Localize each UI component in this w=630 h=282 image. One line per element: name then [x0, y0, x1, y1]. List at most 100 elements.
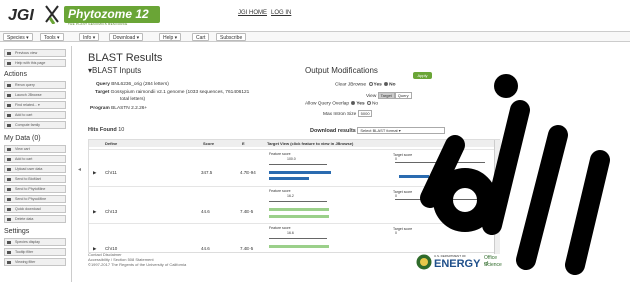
collapse-sidebar-icon[interactable]: ◂	[78, 166, 81, 173]
top-header: JGI Phytozome 12 THE PLANT GENOMICS RESO…	[0, 0, 630, 28]
intron-input[interactable]: 5000	[357, 110, 372, 117]
overlap-no-label: No	[371, 101, 379, 107]
footer: Contact Disclaimer Accessibility / Secti…	[88, 252, 186, 267]
expand-icon[interactable]: ▶	[93, 209, 96, 215]
settings-heading: Settings	[4, 228, 30, 235]
view-target-toggle[interactable]: Target	[377, 92, 395, 99]
hit-feature[interactable]	[269, 177, 309, 180]
feature-score-label: Feature score	[269, 189, 291, 193]
cart-icon	[7, 148, 11, 151]
send-to-biomart-button[interactable]: Send to BioMart	[4, 175, 66, 183]
grid-icon	[7, 124, 11, 127]
help-page-button[interactable]: Help with this page	[4, 59, 66, 67]
download-results-label: Download results	[310, 128, 356, 134]
overlap-row: Allow Query Overlap Yes No	[305, 101, 378, 106]
intron-label: Max Intron Size	[323, 112, 357, 117]
overlap-no-radio[interactable]	[366, 101, 371, 105]
overlap-yes-radio[interactable]	[351, 101, 356, 105]
target-score-value: 0	[395, 194, 397, 198]
clear-jbrowse-label: Clear JBrowse	[335, 82, 367, 88]
clear-yes-radio[interactable]	[368, 82, 373, 86]
score-line	[269, 164, 327, 165]
mydata-add-to-cart-label: Add to cart	[15, 157, 33, 161]
blast-inputs-title-text: BLAST Inputs	[92, 66, 142, 75]
find-related-button[interactable]: Find related... ▾	[4, 101, 66, 109]
target-value: Gossypium raimondii v2.1 genome (1033 se…	[110, 90, 250, 95]
menu-download[interactable]: Download ▾	[109, 33, 144, 41]
compute-family-label: Compute family	[15, 123, 40, 127]
back-arrow-icon	[7, 52, 11, 55]
send-to-phycomine-label: Send to PhycoMine	[15, 197, 47, 201]
score-cell: 44.6	[201, 246, 210, 251]
hit-feature[interactable]	[269, 171, 331, 174]
sidebar: Previous view Help with this page Action…	[4, 46, 67, 282]
upload-user-data-button[interactable]: Upload user data	[4, 165, 66, 173]
send-to-phytomine-button[interactable]: Send to PhytoMine	[4, 185, 66, 193]
trash-icon	[7, 218, 11, 221]
hit-feature[interactable]	[269, 215, 329, 218]
link-icon	[7, 104, 11, 107]
tooltip-filter-label: Tooltip filter	[15, 250, 34, 254]
col-score[interactable]: Score	[203, 140, 214, 147]
menu-cart[interactable]: Cart	[192, 33, 210, 41]
col-e[interactable]: E	[242, 140, 245, 147]
overlap-label: Allow Query Overlap	[305, 101, 349, 107]
e-cell: 7.4E-5	[240, 246, 254, 251]
previous-view-button[interactable]: Previous view	[4, 49, 66, 57]
blast-inputs-title[interactable]: ▾BLAST Inputs	[88, 66, 288, 75]
tooltip-filter-button[interactable]: Tooltip filter	[4, 248, 66, 256]
viewing-filter-button[interactable]: Viewing filter	[4, 258, 66, 266]
phytozome-logo[interactable]: Phytozome 12	[64, 6, 160, 23]
score-line	[269, 201, 327, 202]
mydata-add-to-cart-button[interactable]: Add to cart	[4, 155, 66, 163]
jgi-logo[interactable]: JGI	[8, 7, 34, 25]
send-icon	[7, 188, 11, 191]
login-link[interactable]: LOG IN	[271, 10, 291, 16]
expand-icon[interactable]: ▶	[93, 170, 96, 176]
actions-add-to-cart-button[interactable]: Add to cart	[4, 111, 66, 119]
phytozome-subtitle: THE PLANT GENOMICS RESOURCE	[68, 22, 128, 26]
feature-score-value: 16.2	[287, 194, 294, 198]
menu-help[interactable]: Help ▾	[159, 33, 182, 41]
target-score-value: 0	[395, 231, 397, 235]
send-icon	[7, 178, 11, 181]
send-to-phycomine-button[interactable]: Send to PhycoMine	[4, 195, 66, 203]
filter-icon	[7, 251, 11, 254]
hit-feature[interactable]	[269, 245, 329, 248]
page-title: BLAST Results	[88, 52, 163, 64]
e-cell: 4.7E-94	[240, 170, 256, 175]
hits-found-count: 10	[118, 127, 125, 133]
download-icon	[7, 208, 11, 211]
query-value: BNL6236_orig (284 letters)	[111, 82, 169, 87]
score-cell: 44.6	[201, 209, 210, 214]
hit-feature[interactable]	[269, 208, 329, 211]
menu-tools[interactable]: Tools ▾	[40, 33, 64, 41]
view-cart-button[interactable]: View cart	[4, 145, 66, 153]
actions-heading: Actions	[4, 71, 27, 78]
target-score-value: 0	[395, 157, 397, 161]
intron-row: Max Intron Size 5000	[323, 110, 372, 117]
species-display-button[interactable]: Species display	[4, 238, 66, 246]
delete-data-label: Delete data	[15, 217, 34, 221]
col-define[interactable]: Define	[105, 140, 117, 147]
quick-download-label: Quick download	[15, 207, 41, 211]
feature-score-label: Feature score	[269, 226, 291, 230]
define-cell[interactable]: Chr13	[105, 209, 117, 214]
compute-family-button[interactable]: Compute family	[4, 121, 66, 129]
quick-download-button[interactable]: Quick download	[4, 205, 66, 213]
clear-no-radio[interactable]	[384, 82, 389, 86]
clear-yes-label: Yes	[373, 82, 382, 88]
menu-subscribe[interactable]: Subscribe	[216, 33, 247, 41]
clear-jbrowse-row: Clear JBrowse Yes No	[335, 82, 396, 87]
define-cell[interactable]: Chr10	[105, 246, 117, 251]
rerun-query-button[interactable]: Rerun query	[4, 81, 66, 89]
define-cell[interactable]: Chr11	[105, 170, 117, 175]
send-icon	[7, 198, 11, 201]
delete-data-button[interactable]: Delete data	[4, 215, 66, 223]
menu-species[interactable]: Species ▾	[3, 33, 33, 41]
jgi-home-link[interactable]: JGI HOME	[238, 10, 267, 16]
menu-info[interactable]: Info ▾	[79, 33, 100, 41]
launch-jbrowse-button[interactable]: Launch JBrowse	[4, 91, 66, 99]
upload-icon	[7, 168, 11, 171]
target-row: Target Gossypium raimondii v2.1 genome (…	[95, 90, 249, 95]
